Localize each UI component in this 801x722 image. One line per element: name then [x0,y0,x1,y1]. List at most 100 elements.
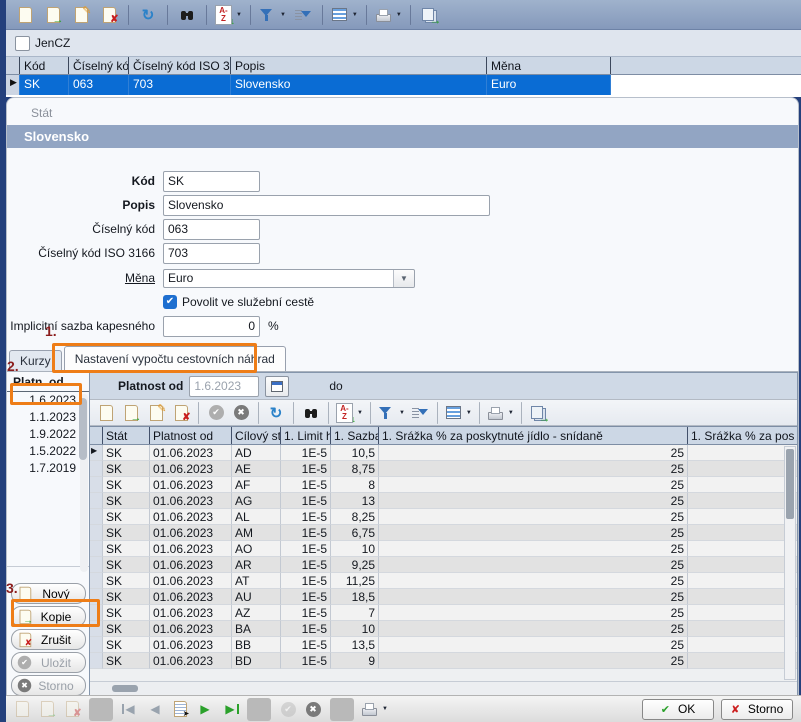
last-record-button[interactable] [218,698,242,721]
cancel-button[interactable] [301,698,325,721]
col-popis[interactable]: Popis [231,57,487,74]
validity-date-item[interactable]: 1.6.2023 [7,392,89,409]
next-record-button[interactable] [193,698,217,721]
rates-row[interactable]: SK 01.06.2023 AR 1E-5 9,25 25 [90,557,797,573]
validity-date-item[interactable]: 1.1.2023 [7,409,89,426]
col-ciselny-kod[interactable]: Číselný kód [69,57,129,74]
delete-button[interactable]: Zrušit [11,629,86,650]
chevron-down-icon[interactable]: ▼ [393,270,414,287]
first-record-button[interactable] [118,698,142,721]
popis-field[interactable]: Slovensko [163,195,490,216]
calendar-icon[interactable] [265,376,289,397]
refresh-button[interactable] [135,3,161,27]
rates-row[interactable]: SK 01.06.2023 AZ 1E-5 7 25 [90,605,797,621]
copy-row-button[interactable] [119,402,143,424]
jencz-checkbox[interactable] [15,36,30,51]
col-stat[interactable]: Stát [103,427,150,444]
edit-record-button[interactable] [68,3,94,27]
mena-select[interactable]: Euro ▼ [163,269,415,288]
validity-date-item[interactable]: 1.7.2019 [7,460,89,477]
sort-az-button[interactable] [213,3,244,27]
rates-row[interactable]: SK 01.06.2023 AG 1E-5 13 25 [90,493,797,509]
filter-button[interactable] [376,402,407,424]
toolbar-separator [258,402,259,424]
scrollbar-thumb[interactable] [112,685,138,692]
country-row-selected[interactable]: ▶ SK 063 703 Slovensko Euro [6,75,801,95]
delete-record-button[interactable] [96,3,122,27]
rates-row[interactable]: SK 01.06.2023 BD 1E-5 9 25 [90,653,797,669]
new-button[interactable]: Nový [11,583,86,604]
print-button[interactable] [373,3,404,27]
col-iso-3166[interactable]: Číselný kód ISO 3166 [129,57,231,74]
bottom-bar: ✔ OK ✘ Storno [6,695,801,722]
rates-row[interactable]: SK 01.06.2023 BA 1E-5 10 25 [90,621,797,637]
kapesne-field[interactable]: 0 [163,316,260,337]
scrollbar-thumb[interactable] [79,398,87,460]
col-sazba[interactable]: 1. Sazba [331,427,379,444]
tab-nahrady[interactable]: Nastavení vypočtu cestovních náhrad [64,346,286,371]
validity-date-item[interactable]: 1.5.2022 [7,443,89,460]
copy-record-button[interactable] [35,698,59,721]
filter-button[interactable] [257,3,288,27]
confirm-button[interactable] [204,402,228,424]
rates-row[interactable]: SK 01.06.2023 BB 1E-5 13,5 25 [90,637,797,653]
copy-record-button[interactable] [40,3,66,27]
new-record-button[interactable] [10,698,34,721]
delete-row-button[interactable] [169,402,193,424]
cancel-button[interactable] [229,402,253,424]
record-list-button[interactable] [168,698,192,721]
iso-3166-field[interactable]: 703 [163,243,260,264]
copy-button[interactable]: Kopie [11,606,86,627]
print-button[interactable] [359,698,390,721]
col-mena[interactable]: Měna [487,57,611,74]
annotation-number-1: 1. [45,323,57,339]
horizontal-scrollbar[interactable] [90,681,797,695]
col-srazka-next[interactable]: 1. Srážka % za pos [688,427,797,444]
storno-record-button[interactable]: Storno [11,675,86,695]
delete-record-button[interactable] [60,698,84,721]
povolit-checkbox[interactable] [163,295,177,309]
save-button[interactable]: Uložit [11,652,86,673]
validity-scrollbar[interactable] [80,394,88,572]
col-srazka-snidane[interactable]: 1. Srážka % za poskytnuté jídlo - snídan… [379,427,688,444]
kod-field[interactable]: SK [163,171,260,192]
col-cilovy-stat[interactable]: Cílový stat [232,427,281,444]
columns-button[interactable] [443,402,474,424]
mena-label-link[interactable]: Měna [7,271,155,285]
export-button[interactable] [417,3,443,27]
ciselny-kod-field[interactable]: 063 [163,219,260,240]
validity-list-header[interactable]: Platn. od [7,372,89,392]
confirm-button[interactable] [276,698,300,721]
rates-row[interactable]: ▶ SK 01.06.2023 AD 1E-5 10,5 25 [90,445,797,461]
validity-date-item[interactable]: 1.9.2022 [7,426,89,443]
rates-row[interactable]: SK 01.06.2023 AO 1E-5 10 25 [90,541,797,557]
rates-row[interactable]: SK 01.06.2023 AT 1E-5 11,25 25 [90,573,797,589]
previous-record-button[interactable] [143,698,167,721]
new-row-button[interactable] [94,402,118,424]
col-kod[interactable]: Kód [20,57,69,74]
export-button[interactable] [527,402,551,424]
col-limit-hodin[interactable]: 1. Limit hodin [281,427,331,444]
rates-row[interactable]: SK 01.06.2023 AE 1E-5 8,75 25 [90,461,797,477]
edit-row-button[interactable] [144,402,168,424]
rates-row[interactable]: SK 01.06.2023 AU 1E-5 18,5 25 [90,589,797,605]
cancel-circle-icon [18,679,32,693]
filter-settings-button[interactable] [290,3,316,27]
storno-button[interactable]: ✘ Storno [721,699,793,720]
ok-button[interactable]: ✔ OK [642,699,714,720]
print-button[interactable] [485,402,516,424]
new-record-button[interactable] [12,3,38,27]
rates-row[interactable]: SK 01.06.2023 AL 1E-5 8,25 25 [90,509,797,525]
refresh-button[interactable] [264,402,288,424]
scrollbar-thumb[interactable] [786,449,794,519]
col-platnost-od[interactable]: Platnost od [150,427,232,444]
filter-settings-button[interactable] [408,402,432,424]
rates-row[interactable]: SK 01.06.2023 AM 1E-5 6,75 25 [90,525,797,541]
columns-button[interactable] [329,3,360,27]
popis-label: Popis [7,198,155,212]
rates-row[interactable]: SK 01.06.2023 AF 1E-5 8 25 [90,477,797,493]
find-button[interactable] [299,402,323,424]
find-button[interactable] [174,3,200,27]
platnost-od-field[interactable]: 1.6.2023 [189,376,259,397]
sort-az-button[interactable] [334,402,365,424]
